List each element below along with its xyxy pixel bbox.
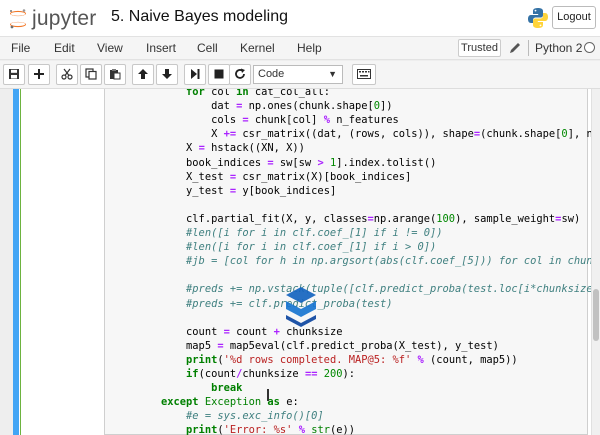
- jupyter-logo-text: jupyter: [32, 7, 97, 30]
- python-logo-icon: [528, 8, 548, 28]
- code-line: map5 = map5eval(clf.predict_proba(X_test…: [136, 339, 499, 352]
- stop-button[interactable]: [208, 64, 230, 85]
- jupyter-logo[interactable]: jupyter: [6, 4, 102, 32]
- kernel-name: Python 2: [535, 41, 583, 55]
- restart-button[interactable]: [229, 64, 251, 85]
- menu-insert[interactable]: Insert: [146, 41, 176, 55]
- scrollbar-thumb[interactable]: [593, 289, 599, 341]
- vertical-scrollbar[interactable]: [591, 89, 600, 435]
- jupyter-logo-icon: [10, 9, 26, 29]
- menu-cell[interactable]: Cell: [197, 41, 218, 55]
- code-line: if(count/chunksize == 200):: [186, 368, 356, 380]
- code-line: for col in cat_col_all:: [186, 89, 330, 98]
- code-line: #len([i for i in clf.coef_[1] if i > 0]): [186, 241, 437, 254]
- code-line: X += csr_matrix((dat, (rows, cols)), sha…: [136, 128, 591, 141]
- add-cell-icon: [34, 69, 44, 79]
- paste-icon: [110, 69, 121, 80]
- code-line: #jb = [col for h in np.argsort(abs(clf.c…: [186, 255, 591, 268]
- code-line: book_indices = sw[sw > 1].index.tolist(): [136, 156, 437, 169]
- selected-cell-indicator: [13, 89, 19, 435]
- cut-button[interactable]: [56, 64, 78, 85]
- menu-help[interactable]: Help: [297, 41, 322, 55]
- move-down-icon: [162, 69, 172, 79]
- keyboard-icon: [357, 69, 371, 79]
- move-down-button[interactable]: [156, 64, 178, 85]
- paste-button[interactable]: [104, 64, 126, 85]
- code-line: #preds += clf.predict_proba(test): [186, 297, 393, 310]
- kernel-separator: [528, 40, 529, 56]
- code-line: except Exception as e:: [161, 396, 299, 409]
- menu-file[interactable]: File: [11, 41, 30, 55]
- notebook-title[interactable]: 5. Naive Bayes modeling: [111, 8, 288, 26]
- code-line: #len([i for i in clf.coef_[1] if i != 0]…: [186, 227, 443, 239]
- code-line: print('%d rows completed. MAP@5: %f' % (…: [186, 353, 518, 366]
- cut-icon: [61, 68, 73, 80]
- code-line: cols = chunk[col] % n_features: [136, 114, 399, 127]
- copy-icon: [85, 68, 97, 80]
- watermark-logo-icon: [286, 287, 316, 327]
- notebook-toolbar: Code ▼: [0, 61, 600, 89]
- save-icon: [9, 69, 19, 79]
- code-line: print('Error: %s' % str(e)): [186, 424, 356, 435]
- kernel-status-icon: [584, 42, 595, 53]
- code-line: y_test = y[book_indices]: [136, 184, 337, 197]
- menu-edit[interactable]: Edit: [54, 41, 75, 55]
- cell-type-select[interactable]: Code ▼: [253, 65, 343, 84]
- notebook-header: jupyter 5. Naive Bayes modeling Logout: [0, 0, 600, 36]
- code-line: break: [211, 382, 243, 395]
- copy-button[interactable]: [80, 64, 102, 85]
- move-up-button[interactable]: [132, 64, 154, 85]
- menu-view[interactable]: View: [97, 41, 123, 55]
- code-text[interactable]: for col in cat_col_all: dat = np.ones(ch…: [136, 89, 591, 435]
- run-icon: [191, 69, 200, 79]
- stop-icon: [214, 69, 224, 79]
- trusted-indicator[interactable]: Trusted: [458, 39, 501, 57]
- code-line: #preds += np.vstack(tuple([clf.predict_p…: [186, 283, 591, 296]
- code-line: X_test = csr_matrix(X)[book_indices]: [136, 170, 412, 183]
- cell-type-value: Code: [258, 68, 285, 80]
- code-line: clf.partial_fit(X, y, classes=np.arange(…: [136, 212, 581, 225]
- code-line: #e = sys.exc_info()[0]: [186, 410, 324, 423]
- menu-bar: File Edit View Insert Cell Kernel Help T…: [0, 36, 600, 60]
- restart-icon: [235, 68, 245, 79]
- save-button[interactable]: [3, 64, 25, 85]
- menu-kernel[interactable]: Kernel: [240, 41, 275, 55]
- code-line: X = hstack((XN, X)): [136, 142, 305, 155]
- code-line: dat = np.ones(chunk.shape[0]): [136, 100, 393, 113]
- chevron-down-icon: ▼: [328, 69, 337, 79]
- run-button[interactable]: [184, 64, 206, 85]
- add-cell-button[interactable]: [28, 64, 50, 85]
- logout-button[interactable]: Logout: [552, 6, 596, 29]
- command-palette-button[interactable]: [352, 64, 376, 85]
- move-up-icon: [138, 69, 148, 79]
- edit-pencil-icon[interactable]: [508, 41, 522, 55]
- text-cursor: [267, 389, 269, 401]
- notebook-container: for col in cat_col_all: dat = np.ones(ch…: [0, 89, 600, 435]
